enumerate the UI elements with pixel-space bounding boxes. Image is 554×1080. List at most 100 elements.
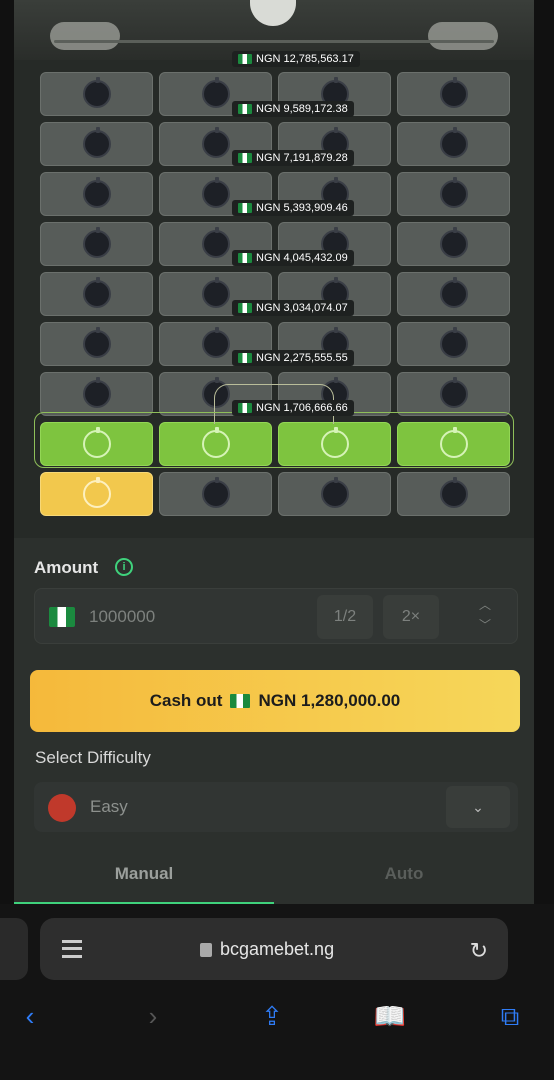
cash-out-button[interactable]: Cash out NGN 1,280,000.00 — [30, 670, 520, 732]
tile-row-active — [40, 422, 510, 472]
half-button[interactable]: 1/2 — [317, 595, 373, 639]
tab-auto[interactable]: Auto — [274, 854, 534, 904]
amount-input[interactable]: 1000000 1/2 2× ︿ ﹀ — [34, 588, 518, 644]
difficulty-select[interactable]: Easy ⌄ — [34, 782, 518, 832]
row-payout-text: NGN 1,706,666.66 — [256, 402, 348, 414]
nigeria-flag-icon — [238, 203, 252, 213]
row-payout-label: NGN 2,275,555.55 — [232, 350, 354, 366]
url-text[interactable]: bcgamebet.ng — [220, 939, 334, 960]
forward-icon[interactable]: › — [133, 996, 173, 1036]
bomb-icon — [439, 377, 468, 408]
row-payout-label: NGN 5,393,909.46 — [232, 200, 354, 216]
row-payout-label: NGN 7,191,879.28 — [232, 150, 354, 166]
back-icon[interactable]: ‹ — [10, 996, 50, 1036]
apple-icon — [439, 427, 468, 458]
bomb-icon — [439, 177, 468, 208]
tabs-icon[interactable]: ⧉ — [490, 996, 530, 1036]
tile-picked — [40, 472, 153, 516]
tile-active[interactable] — [397, 422, 510, 466]
nigeria-flag-icon — [238, 303, 252, 313]
tile[interactable] — [40, 72, 153, 116]
bomb-icon — [201, 127, 230, 158]
share-icon[interactable]: ⇪ — [252, 996, 292, 1036]
hook-icon — [250, 0, 296, 26]
cash-out-amount: NGN 1,280,000.00 — [258, 691, 401, 710]
nigeria-flag-icon — [238, 353, 252, 363]
amount-stepper[interactable]: ︿ ﹀ — [459, 595, 511, 639]
bomb-icon — [82, 77, 111, 108]
bomb-icon — [82, 277, 111, 308]
nigeria-flag-icon — [238, 403, 252, 413]
tab-manual[interactable]: Manual — [14, 854, 274, 904]
bomb-icon — [82, 327, 111, 358]
apple-icon — [48, 794, 76, 822]
row-payout-label: NGN 9,589,172.38 — [232, 101, 354, 117]
game-board: NGN 12,785,563.17 NGN 9,589,172.38 NGN 7… — [14, 0, 534, 538]
bomb-icon — [320, 477, 349, 508]
tile[interactable] — [40, 122, 153, 166]
rope-decoration — [54, 40, 494, 43]
bomb-icon — [201, 477, 230, 508]
bomb-icon — [82, 227, 111, 258]
bookmarks-icon[interactable]: 📖 — [370, 996, 410, 1036]
amount-value[interactable]: 1000000 — [89, 607, 155, 627]
reload-icon[interactable]: ↻ — [470, 938, 488, 964]
tile[interactable] — [40, 272, 153, 316]
bomb-icon — [439, 77, 468, 108]
bomb-icon — [82, 177, 111, 208]
chevron-up-icon[interactable]: ︿ — [459, 595, 511, 615]
chevron-down-icon[interactable]: ﹀ — [459, 615, 511, 635]
cash-out-label: Cash out — [149, 691, 223, 710]
tile-active[interactable] — [278, 422, 391, 466]
cloud-left-icon — [50, 22, 120, 50]
tile[interactable] — [397, 322, 510, 366]
row-payout-text: NGN 2,275,555.55 — [256, 352, 348, 364]
bomb-icon — [201, 177, 230, 208]
bomb-icon — [82, 377, 111, 408]
bomb-icon — [439, 127, 468, 158]
tile-row-picked — [40, 472, 510, 522]
row-payout-text: NGN 5,393,909.46 — [256, 202, 348, 214]
previous-tab-stub[interactable] — [0, 918, 28, 980]
apple-icon — [82, 477, 111, 508]
tile[interactable] — [397, 72, 510, 116]
bomb-icon — [201, 277, 230, 308]
difficulty-label: Select Difficulty — [35, 748, 151, 767]
tile — [278, 472, 391, 516]
bomb-icon — [439, 277, 468, 308]
row-payout-text: NGN 9,589,172.38 — [256, 103, 348, 115]
row-payout-text: NGN 12,785,563.17 — [256, 53, 354, 65]
nigeria-flag-icon — [238, 54, 252, 64]
bomb-icon — [439, 227, 468, 258]
reader-icon[interactable] — [62, 940, 82, 958]
tile[interactable] — [40, 322, 153, 366]
info-icon[interactable]: i — [115, 558, 133, 576]
double-button[interactable]: 2× — [383, 595, 439, 639]
tile[interactable] — [397, 172, 510, 216]
chevron-down-icon[interactable]: ⌄ — [446, 786, 510, 828]
row-payout-label: NGN 4,045,432.09 — [232, 250, 354, 266]
tile[interactable] — [397, 372, 510, 416]
tile — [397, 472, 510, 516]
tile — [159, 472, 272, 516]
tile-active[interactable] — [40, 422, 153, 466]
tile[interactable] — [397, 222, 510, 266]
row-payout-text: NGN 4,045,432.09 — [256, 252, 348, 264]
row-payout-label: NGN 3,034,074.07 — [232, 300, 354, 316]
address-bar[interactable]: bcgamebet.ng ↻ — [40, 918, 508, 980]
bomb-icon — [439, 327, 468, 358]
tile[interactable] — [40, 222, 153, 266]
tile[interactable] — [40, 172, 153, 216]
row-payout-text: NGN 7,191,879.28 — [256, 152, 348, 164]
row-payout-label: NGN 1,706,666.66 — [232, 400, 354, 416]
tile[interactable] — [397, 122, 510, 166]
bomb-icon — [201, 227, 230, 258]
tile[interactable] — [40, 372, 153, 416]
bomb-icon — [439, 477, 468, 508]
nigeria-flag-icon — [238, 253, 252, 263]
tile-active[interactable] — [159, 422, 272, 466]
apple-icon — [82, 427, 111, 458]
cloud-right-icon — [428, 22, 498, 50]
tile-grid — [40, 72, 510, 522]
tile[interactable] — [397, 272, 510, 316]
